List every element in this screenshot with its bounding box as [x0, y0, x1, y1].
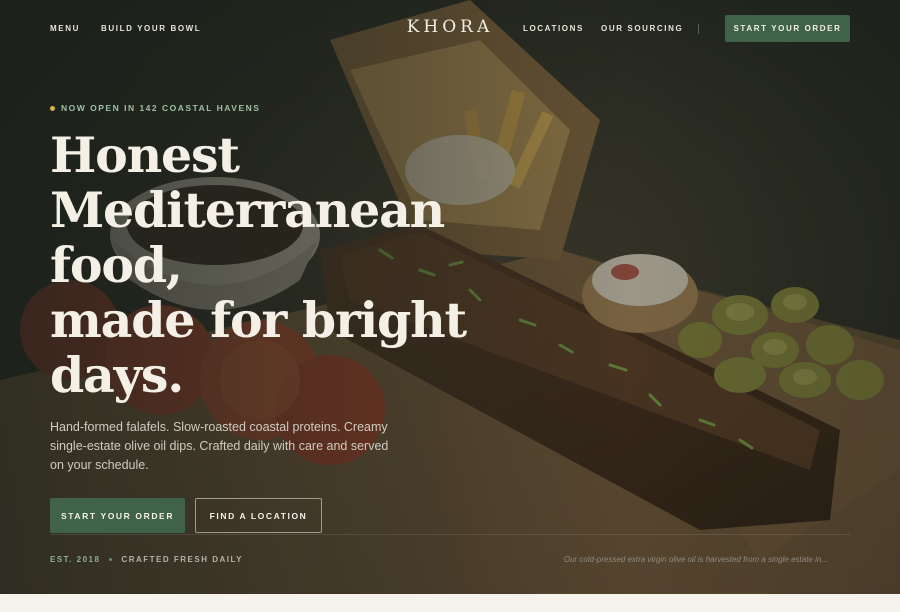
sourcing-quote: Our cold-pressed extra virgin olive oil …	[563, 555, 828, 564]
headline-line: made for bright	[50, 291, 467, 349]
top-navigation: MENU BUILD YOUR BOWL KHORA LOCATIONS OUR…	[0, 0, 900, 58]
nav-locations-link[interactable]: LOCATIONS	[523, 24, 584, 33]
hero-section: MENU BUILD YOUR BOWL KHORA LOCATIONS OUR…	[0, 0, 900, 594]
find-location-button[interactable]: FIND A LOCATION	[195, 498, 322, 533]
hero-eyebrow: NOW OPEN IN 142 COASTAL HAVENS	[50, 103, 260, 113]
nav-build-your-bowl-link[interactable]: BUILD YOUR BOWL	[101, 24, 201, 33]
status-dot-icon	[50, 105, 55, 111]
eyebrow-text: NOW OPEN IN 142 COASTAL HAVENS	[61, 103, 261, 113]
nav-our-sourcing-link[interactable]: OUR SOURCING	[601, 24, 683, 33]
hero-headline: Honest Mediterranean food, made for brig…	[50, 128, 470, 403]
headline-line: Mediterranean	[50, 181, 445, 239]
nav-divider	[698, 24, 699, 34]
next-section-strip	[0, 594, 900, 612]
nav-menu-link[interactable]: MENU	[50, 24, 80, 33]
headline-line: food,	[50, 236, 183, 294]
brand-logo[interactable]: KHORA	[407, 17, 494, 37]
established-label: EST. 2018	[50, 555, 101, 564]
hero-meta: EST. 2018 CRAFTED FRESH DAILY	[50, 555, 243, 564]
start-order-button[interactable]: START YOUR ORDER	[50, 498, 185, 533]
hero-divider	[50, 534, 850, 535]
tagline-label: CRAFTED FRESH DAILY	[121, 555, 243, 564]
nav-start-order-button[interactable]: START YOUR ORDER	[725, 15, 850, 42]
hero-subtext: Hand-formed falafels. Slow-roasted coast…	[50, 420, 389, 472]
meta-separator-dot	[109, 558, 113, 561]
headline-line: days.	[50, 346, 184, 404]
headline-line: Honest	[50, 126, 240, 184]
